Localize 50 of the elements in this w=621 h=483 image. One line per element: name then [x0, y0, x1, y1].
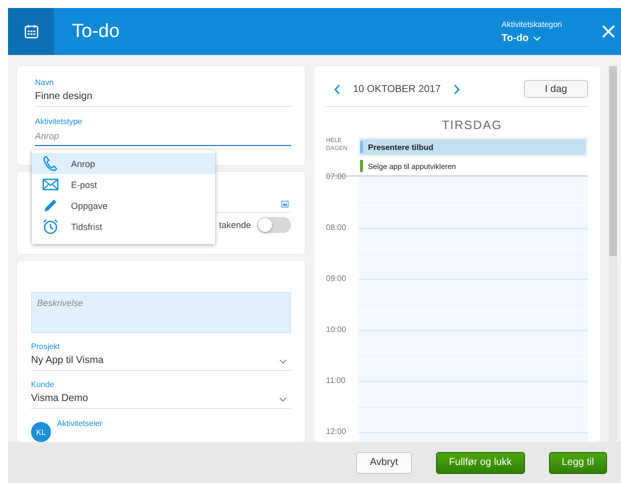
- avatar: KL: [31, 422, 51, 442]
- customer-select[interactable]: Visma Demo: [31, 389, 291, 409]
- weekday-heading: TIRSDAG: [440, 118, 504, 132]
- project-select[interactable]: Ny App til Visma: [31, 351, 291, 371]
- time-slot[interactable]: [358, 177, 588, 228]
- chevron-down-icon: [279, 359, 287, 364]
- chevron-right-icon[interactable]: [452, 84, 460, 94]
- pencil-icon: [42, 197, 59, 214]
- time-slot[interactable]: [358, 228, 588, 279]
- toggle-switch[interactable]: [257, 217, 291, 233]
- field-label: Prosjekt: [31, 342, 61, 351]
- calendar-icon[interactable]: [281, 200, 289, 208]
- alarm-clock-icon: [42, 218, 59, 235]
- menu-item[interactable]: Tidsfrist: [32, 216, 215, 237]
- field-label: Aktivitetstype: [35, 117, 84, 126]
- name-field[interactable]: Finne design: [35, 87, 291, 107]
- time-label: 09:00: [326, 274, 348, 284]
- field-label: Navn: [35, 78, 55, 87]
- action-button[interactable]: Fullfør og lukk: [436, 452, 525, 474]
- field-label: Kunde: [31, 380, 56, 389]
- time-label: 08:00: [326, 223, 348, 233]
- date-label: 10 OKTOBER 2017: [353, 84, 441, 94]
- toggle-label: takende: [218, 220, 251, 230]
- time-label: 12:00: [326, 427, 348, 437]
- time-slot[interactable]: [358, 330, 588, 381]
- cancel-button[interactable]: Avbryt: [356, 452, 412, 474]
- phone-icon: [42, 155, 59, 172]
- category-label: Aktivitetskategori: [502, 20, 562, 28]
- description-field[interactable]: Beskrivelse: [31, 292, 291, 333]
- category-dropdown[interactable]: To-do: [502, 32, 562, 44]
- time-slot[interactable]: [358, 381, 588, 432]
- time-slot[interactable]: [358, 279, 588, 330]
- time-label: 07:00: [326, 172, 348, 182]
- menu-item[interactable]: Anrop: [32, 153, 215, 174]
- today-button[interactable]: I dag: [524, 80, 588, 98]
- envelope-icon: [42, 176, 59, 193]
- chevron-down-icon: [279, 397, 287, 402]
- close-icon[interactable]: [602, 25, 615, 38]
- scrollbar[interactable]: [609, 66, 617, 442]
- field-label: Aktivitetseier: [57, 419, 102, 428]
- time-label: 10:00: [326, 325, 348, 335]
- time-label: 11:00: [326, 376, 346, 386]
- chevron-down-icon: [532, 36, 541, 40]
- calendar-event[interactable]: Presentere tilbud: [360, 139, 586, 155]
- menu-item[interactable]: Oppgave: [32, 195, 215, 216]
- menu-item[interactable]: E-post: [32, 174, 215, 195]
- action-button[interactable]: Legg til: [548, 452, 607, 474]
- window-title: To-do: [72, 20, 121, 42]
- chevron-left-icon[interactable]: [334, 84, 341, 94]
- calendar-icon: [24, 24, 38, 39]
